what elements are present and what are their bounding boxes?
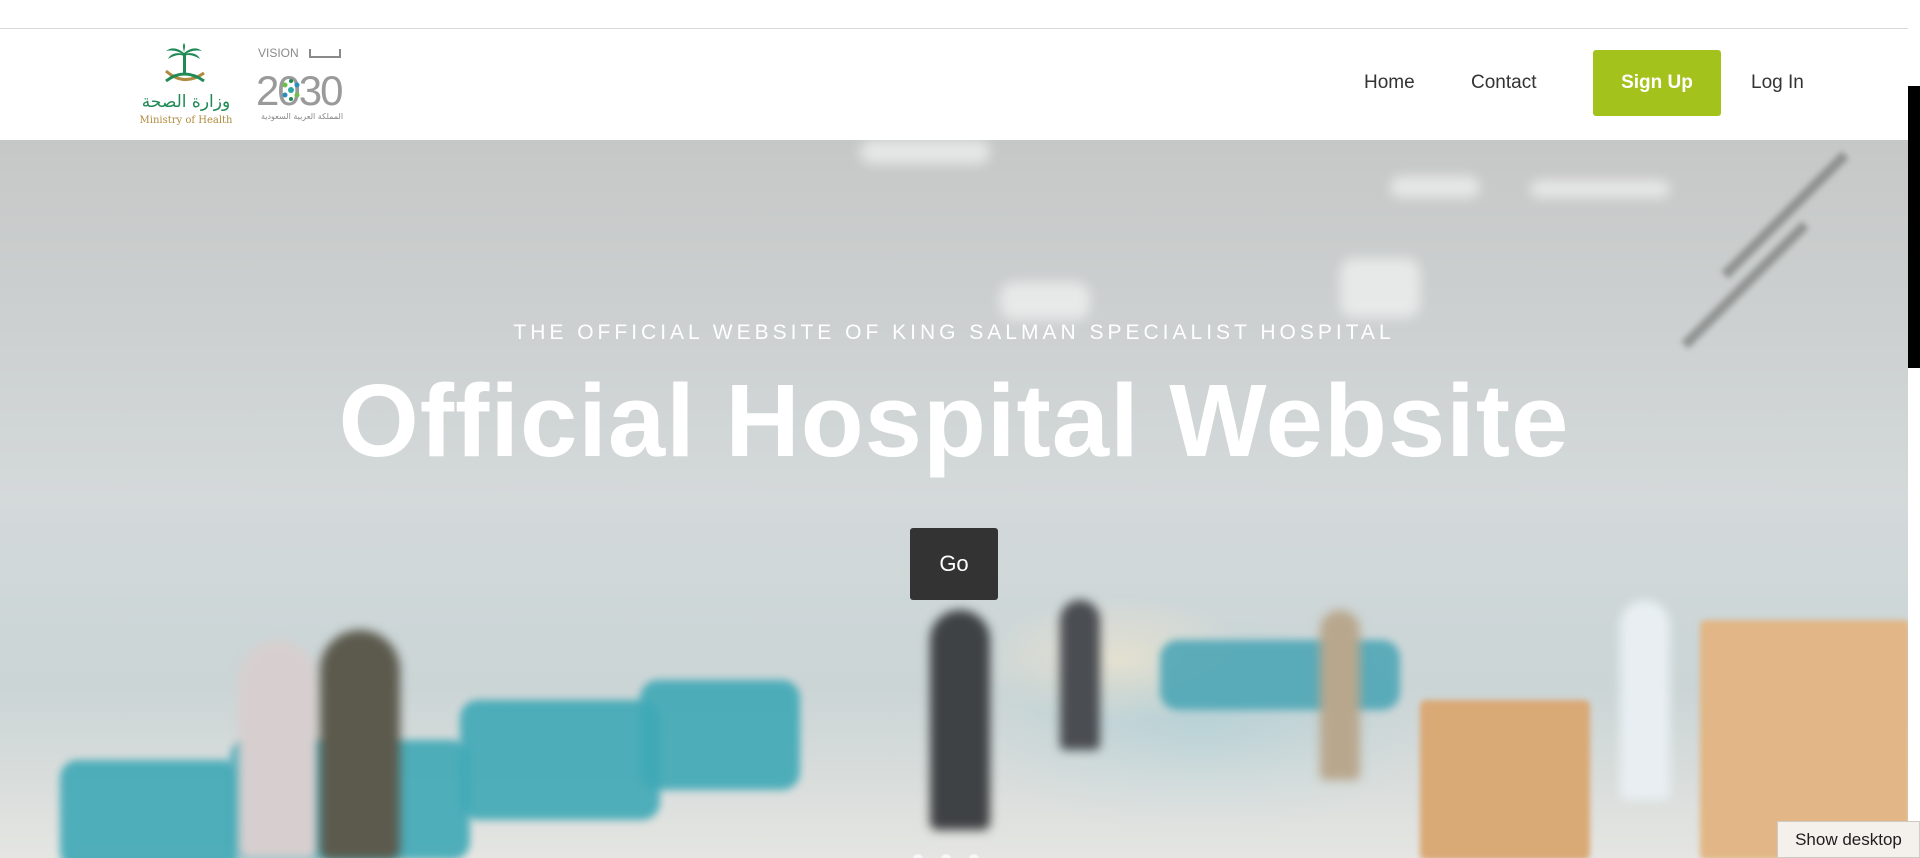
vision-label: VISION [258, 46, 299, 60]
nav-home-link[interactable]: Home [1364, 72, 1415, 94]
slider-dot[interactable] [913, 854, 923, 858]
hero-banner: THE OFFICIAL WEBSITE OF KING SALMAN SPEC… [0, 140, 1908, 858]
show-desktop-button[interactable]: Show desktop [1777, 821, 1920, 858]
moh-arabic-text: وزارة الصحة [142, 92, 230, 112]
hero-title: Official Hospital Website [338, 363, 1570, 478]
nav-contact-link[interactable]: Contact [1471, 72, 1536, 94]
site-header: وزارة الصحة Ministry of Health VISION 20… [0, 29, 1920, 140]
moh-english-text: Ministry of Health [140, 115, 234, 126]
hero-kicker: THE OFFICIAL WEBSITE OF KING SALMAN SPEC… [513, 321, 1395, 344]
slider-dot[interactable] [941, 854, 951, 858]
vision-2030-logo[interactable]: VISION 2030 المملكة العربية السعودية [254, 43, 350, 127]
go-button[interactable]: Go [910, 528, 998, 600]
scrollbar-thumb[interactable] [1908, 86, 1920, 368]
slider-dots [913, 854, 979, 858]
page: وزارة الصحة Ministry of Health VISION 20… [0, 0, 1920, 858]
vision-year: 2030 [256, 67, 342, 114]
palm-icon [166, 43, 202, 73]
moh-logo[interactable]: وزارة الصحة Ministry of Health [138, 43, 234, 127]
vision-arabic-text: المملكة العربية السعودية [261, 112, 343, 121]
login-link[interactable]: Log In [1751, 72, 1804, 94]
browser-top-strip [0, 0, 1920, 29]
hero-content: THE OFFICIAL WEBSITE OF KING SALMAN SPEC… [0, 140, 1908, 858]
slider-dot[interactable] [969, 854, 979, 858]
signup-button[interactable]: Sign Up [1593, 50, 1721, 116]
